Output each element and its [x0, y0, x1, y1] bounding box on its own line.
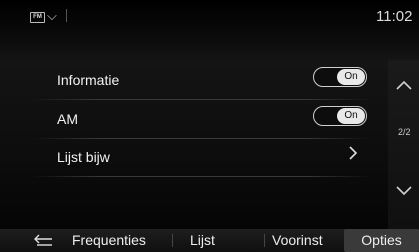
scroll-panel: 2/2 — [388, 60, 419, 230]
list-item-label: Lijst bijw — [57, 149, 110, 165]
tab-list[interactable]: Lijst — [190, 229, 215, 252]
radio-options-screen: FM ⌵ 11:02 Informatie On AM On Lijst bij… — [0, 0, 419, 252]
informatie-toggle[interactable]: On — [313, 67, 367, 87]
chevron-up-icon — [396, 80, 412, 90]
tab-frequencies[interactable]: Frequenties — [72, 229, 146, 252]
am-toggle[interactable]: On — [313, 106, 367, 126]
row-divider — [32, 176, 372, 177]
scroll-up-button[interactable] — [388, 66, 419, 116]
status-divider — [66, 9, 67, 22]
scroll-down-button[interactable] — [388, 172, 419, 222]
tab-options[interactable]: Opties — [344, 229, 419, 252]
chevron-down-icon — [396, 186, 412, 196]
clock: 11:02 — [376, 8, 413, 25]
back-button[interactable] — [28, 229, 58, 252]
bottom-tab-bar: Frequenties Lijst Voorinst Opties — [0, 229, 419, 252]
chevron-down-icon[interactable]: ⌵ — [47, 8, 57, 24]
row-divider — [32, 138, 372, 139]
row-divider — [32, 99, 372, 100]
tab-presets[interactable]: Voorinst — [272, 229, 323, 252]
tab-divider — [264, 234, 265, 247]
tab-divider — [172, 234, 173, 247]
page-indicator: 2/2 — [398, 127, 411, 137]
toggle-state-label: On — [337, 108, 365, 124]
list-item-label: AM — [57, 111, 78, 127]
list-item-am[interactable]: AM On — [32, 103, 372, 139]
list-item-informatie[interactable]: Informatie On — [32, 64, 372, 100]
chevron-right-icon — [348, 145, 358, 166]
list-item-lijst-bijw[interactable]: Lijst bijw — [32, 141, 372, 177]
toggle-state-label: On — [337, 69, 365, 85]
list-item-label: Informatie — [57, 72, 120, 88]
status-bar: FM ⌵ 11:02 — [0, 0, 419, 38]
back-arrow-icon — [34, 234, 52, 246]
radio-source-icon[interactable]: FM — [30, 12, 45, 23]
